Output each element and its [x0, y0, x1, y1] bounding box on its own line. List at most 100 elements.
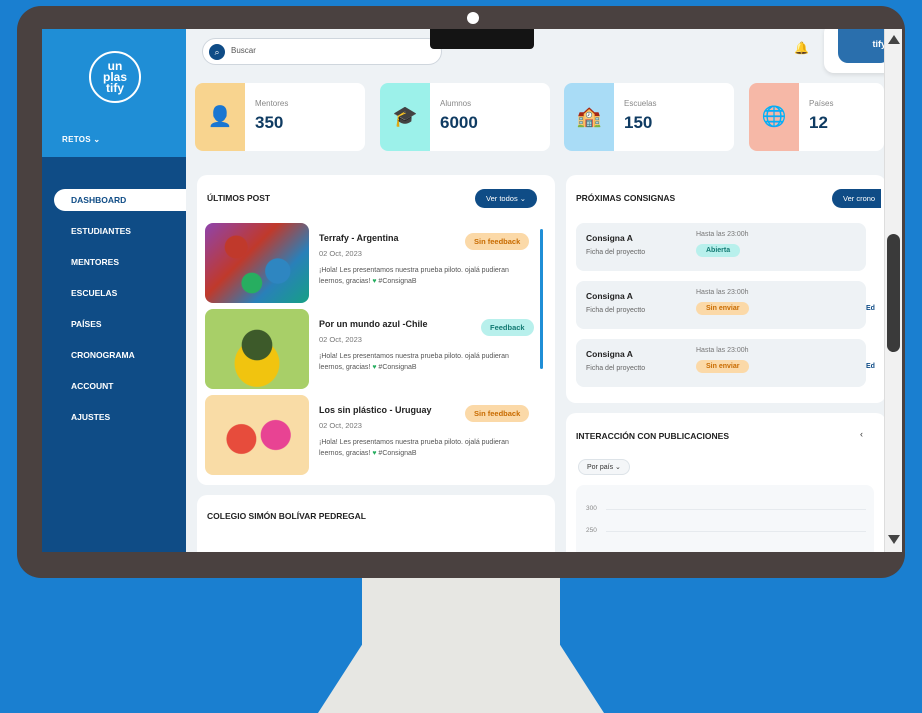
post-date: 02 Oct, 2023 — [319, 421, 362, 430]
stat-label: Mentores — [255, 99, 289, 108]
post-item[interactable]: Por un mundo azul -Chile Feedback 02 Oct… — [205, 309, 545, 389]
interaction-card-title: INTERACCIÓN CON PUBLICACIONES — [576, 431, 730, 441]
stat-value: 150 — [624, 113, 653, 132]
stat-card-escuelas: 🏫 Escuelas 150 — [564, 83, 734, 151]
sidebar-item-mentores[interactable]: MENTORES — [54, 251, 186, 282]
chart-area: 300 250 — [576, 485, 874, 552]
sidebar-item-dashboard[interactable]: DASHBOARD — [54, 189, 186, 211]
status-badge: Sin enviar — [696, 360, 750, 373]
stat-card-paises: 🌐 Países 12 — [749, 83, 884, 151]
status-badge: Abierta — [696, 244, 741, 257]
scroll-up-icon[interactable] — [888, 35, 900, 44]
stat-card-mentores: 👤 Mentores 350 — [195, 83, 365, 151]
globe-icon: 🌐 — [749, 83, 799, 151]
post-thumbnail — [205, 395, 309, 475]
post-hashtag: #ConsignaB — [378, 450, 417, 457]
stat-value: 6000 — [440, 113, 478, 132]
screen-notch — [430, 29, 534, 49]
student-icon: 🎓 — [380, 83, 430, 151]
post-title: Por un mundo azul -Chile — [319, 319, 428, 329]
page-scrollbar[interactable] — [884, 29, 902, 552]
post-item[interactable]: Los sin plástico - Uruguay Sin feedback … — [205, 395, 545, 475]
school-card-title: COLEGIO SIMÓN BOLÍVAR PEDREGAL — [207, 511, 366, 521]
consigna-deadline: Hasta las 23:00h — [696, 289, 749, 296]
scrollbar-thumb[interactable] — [887, 234, 900, 352]
sidebar-item-estudiantes[interactable]: ESTUDIANTES — [54, 220, 186, 251]
post-body: ¡Hola! Les presentamos nuestra prueba pi… — [319, 351, 531, 373]
sidebar-item-escuelas[interactable]: ESCUELAS — [54, 282, 186, 313]
stat-label: Países — [809, 99, 834, 108]
search-placeholder: Buscar — [231, 46, 256, 55]
sidebar-item-cronograma[interactable]: CRONOGRAMA — [54, 344, 186, 375]
monitor-stand-base — [318, 642, 604, 713]
y-tick-label: 300 — [586, 505, 597, 512]
y-tick-label: 250 — [586, 527, 597, 534]
heart-icon: ♥ — [372, 364, 377, 371]
status-badge: Sin feedback — [465, 405, 530, 422]
sidebar-header: un plas tify RETOS ⌄ — [42, 29, 186, 157]
sidebar-item-paises[interactable]: PAÍSES — [54, 313, 186, 344]
posts-scroll-indicator[interactable] — [540, 229, 543, 369]
status-badge: Sin feedback — [465, 233, 530, 250]
post-date: 02 Oct, 2023 — [319, 249, 362, 258]
stat-label: Escuelas — [624, 99, 657, 108]
consigna-name: Consigna A — [586, 233, 633, 243]
scroll-down-icon[interactable] — [888, 535, 900, 544]
status-badge: Feedback — [481, 319, 534, 336]
chevron-left-icon[interactable]: ‹ — [860, 429, 863, 439]
gridline — [606, 509, 866, 510]
post-hashtag: #ConsignaB — [378, 364, 417, 371]
sidebar: un plas tify RETOS ⌄ DASHBOARD ESTUDIANT… — [42, 29, 186, 552]
consigna-item[interactable]: Consigna A Ficha del proyectto Hasta las… — [576, 281, 866, 329]
stat-card-alumnos: 🎓 Alumnos 6000 — [380, 83, 550, 151]
country-filter-dropdown[interactable]: Por país ⌄ — [578, 459, 630, 475]
consigna-item[interactable]: Consigna A Ficha del proyectto Hasta las… — [576, 223, 866, 271]
interaction-card: INTERACCIÓN CON PUBLICACIONES ‹ Por país… — [566, 413, 886, 552]
posts-card: ÚLTIMOS POST Ver todos ⌄ Terrafy - Argen… — [197, 175, 555, 485]
edit-button[interactable]: Ed — [866, 363, 875, 370]
consigna-name: Consigna A — [586, 349, 633, 359]
post-thumbnail — [205, 309, 309, 389]
consignas-card: PRÓXIMAS CONSIGNAS Ver crono Consigna A … — [566, 175, 886, 403]
post-title: Terrafy - Argentina — [319, 233, 399, 243]
stat-label: Alumnos — [440, 99, 472, 108]
post-body: ¡Hola! Les presentamos nuestra prueba pi… — [319, 437, 531, 459]
school-icon: 🏫 — [564, 83, 614, 151]
ver-cronograma-button[interactable]: Ver crono — [832, 189, 882, 208]
consignas-card-title: PRÓXIMAS CONSIGNAS — [576, 193, 676, 203]
post-body: ¡Hola! Les presentamos nuestra prueba pi… — [319, 265, 531, 287]
status-badge: Sin enviar — [696, 302, 750, 315]
logo-text-3: tify — [106, 81, 124, 95]
monitor-stand-neck — [362, 578, 560, 648]
consigna-item[interactable]: Consigna A Ficha del proyectto Hasta las… — [576, 339, 866, 387]
post-item[interactable]: Terrafy - Argentina Sin feedback 02 Oct,… — [205, 223, 545, 303]
avatar: tify — [838, 29, 890, 63]
unplastify-logo[interactable]: un plas tify — [89, 51, 141, 103]
heart-icon: ♥ — [372, 450, 377, 457]
school-card: COLEGIO SIMÓN BOLÍVAR PEDREGAL — [197, 495, 555, 552]
edit-button[interactable]: Ed — [866, 305, 875, 312]
consigna-deadline: Hasta las 23:00h — [696, 347, 749, 354]
retos-dropdown[interactable]: RETOS ⌄ — [62, 135, 100, 144]
consigna-sub: Ficha del proyectto — [586, 307, 646, 314]
stat-value: 12 — [809, 113, 828, 132]
sidebar-item-ajustes[interactable]: AJUSTES — [54, 406, 186, 437]
ver-todos-button[interactable]: Ver todos ⌄ — [475, 189, 538, 208]
camera-dot — [467, 12, 479, 24]
post-thumbnail — [205, 223, 309, 303]
sidebar-item-account[interactable]: ACCOUNT — [54, 375, 186, 406]
gridline — [606, 531, 866, 532]
post-date: 02 Oct, 2023 — [319, 335, 362, 344]
post-title: Los sin plástico - Uruguay — [319, 405, 432, 415]
consigna-sub: Ficha del proyectto — [586, 249, 646, 256]
stat-value: 350 — [255, 113, 284, 132]
heart-icon: ♥ — [372, 278, 377, 285]
app-screen: un plas tify RETOS ⌄ DASHBOARD ESTUDIANT… — [42, 29, 902, 552]
consigna-deadline: Hasta las 23:00h — [696, 231, 749, 238]
bell-icon[interactable]: 🔔 — [794, 41, 809, 55]
sidebar-nav: DASHBOARD ESTUDIANTES MENTORES ESCUELAS … — [54, 189, 186, 437]
search-icon: ⌕ — [209, 44, 225, 60]
consigna-name: Consigna A — [586, 291, 633, 301]
search-input[interactable]: ⌕ Buscar — [202, 38, 442, 65]
consigna-sub: Ficha del proyectto — [586, 365, 646, 372]
